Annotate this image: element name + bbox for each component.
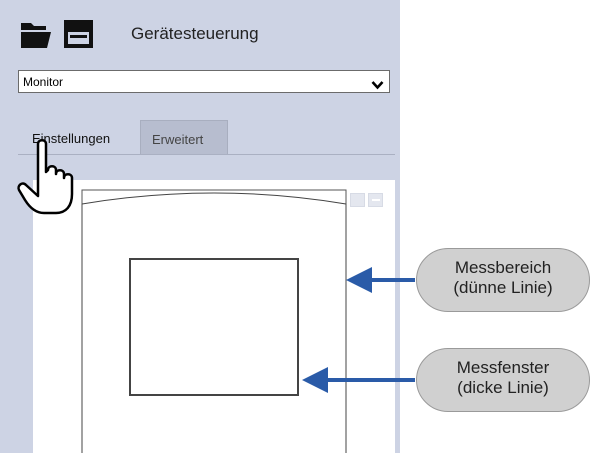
callout-1-line-2: (dünne Linie) [453,278,553,297]
callout-measurement-window: Messfenster (dicke Linie) [416,348,590,412]
callout-measurement-range: Messbereich (dünne Linie) [416,248,590,312]
callout-1-line-1: Messbereich [454,258,552,277]
callout-2-line-2: (dicke Linie) [457,378,549,397]
hand-cursor-icon [16,138,76,221]
preview-frame [81,189,347,453]
callout-arrow-1 [346,267,415,293]
callout-2-line-1: Messfenster [456,358,550,377]
